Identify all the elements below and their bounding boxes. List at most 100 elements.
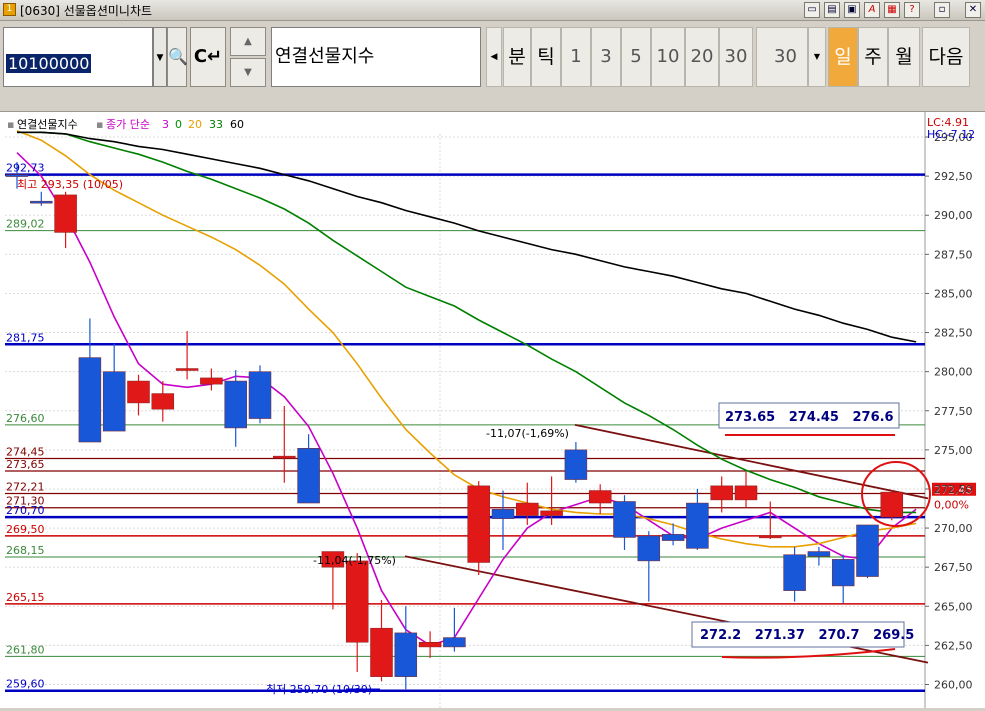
candle-body <box>5 174 29 177</box>
period-30-button[interactable]: 30 <box>719 27 753 87</box>
legend-marker-2: ▪ <box>96 118 103 131</box>
price-chart[interactable]: 292,73 289,02 281,75 276,60 274,45273,65 272,… <box>0 112 985 708</box>
font-icon[interactable]: A <box>864 2 880 18</box>
period-5-button[interactable]: 5 <box>621 27 651 87</box>
prev-icon[interactable]: ◀ <box>486 27 502 87</box>
horizontal-line-label: 292,73 <box>6 162 45 175</box>
search-icon[interactable]: 🔍 <box>167 27 188 87</box>
legend-period-20: 20 <box>188 118 202 131</box>
candle-body <box>200 377 223 385</box>
close-icon[interactable]: ✕ <box>965 2 981 18</box>
horizontal-line-label: 281,75 <box>6 331 45 344</box>
count-value: 30 <box>774 46 797 67</box>
reset-icon[interactable]: C↵ <box>190 27 226 87</box>
candle-body <box>443 637 466 648</box>
horizontal-line-label: 265,15 <box>6 591 45 604</box>
chart-title: 연결선물지수 <box>17 118 78 131</box>
candle-body <box>345 560 369 643</box>
scroll-up-icon[interactable]: ▲ <box>230 27 266 56</box>
toolbar: 10100000 ▼ 🔍 C↵ ▲ ▼ 연결선물지수 ◀ 분 틱 1 3 5 1… <box>0 21 985 95</box>
code-input[interactable]: 10100000 <box>3 27 153 87</box>
timeframe-month-button[interactable]: 월 <box>888 27 920 87</box>
legend-period-3: 3 <box>162 118 169 131</box>
next-button[interactable]: 다음 <box>922 27 970 87</box>
horizontal-line-label: 274,45 <box>6 445 45 458</box>
horizontal-line-label: 289,02 <box>6 218 45 231</box>
candle-body <box>418 642 442 648</box>
candle-body <box>102 371 126 432</box>
note-resistance-text: 273.65 274.45 276.6 <box>725 410 894 425</box>
trend2-label: -11,04(-1,75%) <box>313 554 396 567</box>
period-20-button[interactable]: 20 <box>685 27 719 87</box>
current-price-change: 0,00% <box>934 499 969 512</box>
horizontal-line-label: 259,60 <box>6 678 45 691</box>
candle-body <box>783 554 806 591</box>
horizontal-line-label: 276,60 <box>6 412 45 425</box>
horizontal-line-label: 268,15 <box>6 544 45 557</box>
y-tick-label: 287,50 <box>934 248 973 261</box>
timeframe-day-button[interactable]: 일 <box>828 27 858 87</box>
y-tick-label: 267,50 <box>934 561 973 574</box>
print-icon[interactable]: ▣ <box>844 2 860 18</box>
period-tick-button[interactable]: 틱 <box>531 27 561 87</box>
chart-panel[interactable]: 292,73 289,02 281,75 276,60 274,45 273,65 272,… <box>0 111 985 708</box>
window-title: [0630] 선물옵션미니차트 <box>20 4 153 18</box>
window-split-icon[interactable]: ▤ <box>824 2 840 18</box>
code-value[interactable]: 10100000 <box>6 54 92 73</box>
legend-period-60: 60 <box>230 118 244 131</box>
candle-body <box>516 502 539 516</box>
count-dropdown-icon[interactable]: ▼ <box>808 27 826 87</box>
timeframe-week-button[interactable]: 주 <box>858 27 888 87</box>
y-tick-label: 290,00 <box>934 209 973 222</box>
note-support-text: 272.2 271.37 270.7 269.5 <box>700 628 914 643</box>
candle-body <box>224 380 247 429</box>
ma-line-33 <box>17 131 917 514</box>
help-icon[interactable]: ? <box>904 2 920 18</box>
minimize-icon[interactable]: ▫ <box>934 2 950 18</box>
candle-body <box>686 502 709 549</box>
candle-body <box>613 501 636 538</box>
candle-body <box>856 524 879 577</box>
period-1-button[interactable]: 1 <box>561 27 591 87</box>
candle-body <box>637 535 661 562</box>
ma-line-20 <box>16 130 917 548</box>
y-tick-label: 270,00 <box>934 522 973 535</box>
candle-body <box>467 485 490 563</box>
y-tick-label: 282,50 <box>934 327 973 340</box>
window-layout-icon[interactable]: ▭ <box>804 2 820 18</box>
y-tick-label: 275,00 <box>934 444 973 457</box>
candle-body <box>491 509 515 519</box>
code-dropdown-button[interactable]: ▼ <box>153 27 167 87</box>
candle-body <box>54 194 77 233</box>
candle-body <box>807 551 831 557</box>
candle-body <box>175 368 199 371</box>
y-tick-label: 262,50 <box>934 639 973 652</box>
period-3-button[interactable]: 3 <box>591 27 621 87</box>
candle-body <box>151 393 175 410</box>
candle-body <box>759 535 782 539</box>
scroll-down-icon[interactable]: ▼ <box>230 58 266 87</box>
y-tick-label: 260,00 <box>934 678 973 691</box>
candle-body <box>248 371 272 419</box>
settings-icon[interactable]: ▦ <box>884 2 900 18</box>
candle-body <box>734 485 758 501</box>
app-icon: 1 <box>3 3 16 16</box>
legend-period-0: 0 <box>175 118 182 131</box>
horizontal-line-label: 272,21 <box>6 481 45 494</box>
candle-body <box>831 559 855 587</box>
y-axis: 295,00292,50290,00287,50285,00282,50280,… <box>925 131 973 691</box>
count-select[interactable]: 30 <box>756 27 808 87</box>
title-bar: 1 [0630] 선물옵션미니차트 ▭ ▤ ▣ A ▦ ? ▫ ✕ <box>0 0 985 21</box>
candle-body <box>564 449 588 480</box>
candle-body <box>394 632 418 677</box>
y-tick-label: 277,50 <box>934 405 973 418</box>
horizontal-line-label: 269,50 <box>6 523 45 536</box>
trend1-label: -11,07(-1,69%) <box>486 427 569 440</box>
ma-line-60 <box>17 131 917 343</box>
y-tick-label: 292,50 <box>934 170 973 183</box>
period-minute-button[interactable]: 분 <box>503 27 531 87</box>
period-10-button[interactable]: 10 <box>651 27 685 87</box>
candle-body <box>370 627 393 677</box>
support-resistance-lines <box>5 173 925 692</box>
horizontal-line-label: 261,80 <box>6 643 45 656</box>
